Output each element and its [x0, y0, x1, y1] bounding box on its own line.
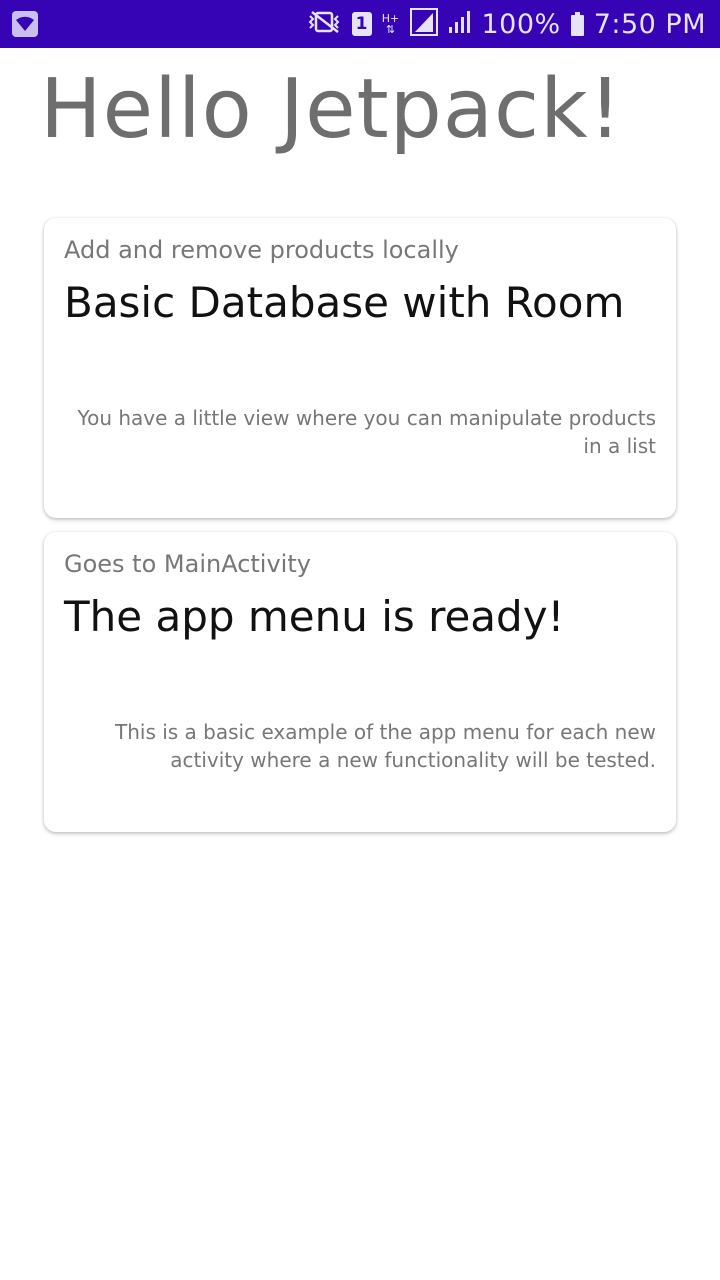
signal-icon	[448, 10, 472, 38]
card-app-menu[interactable]: Goes to MainActivity The app menu is rea…	[44, 532, 676, 832]
card-description: This is a basic example of the app menu …	[115, 720, 656, 772]
card-title: The app menu is ready!	[64, 592, 565, 641]
status-bar-right: 1 H+ ⇅ 100% 7:50 PM	[306, 8, 707, 40]
network-type-label: H+	[381, 12, 400, 25]
status-bar: 1 H+ ⇅ 100% 7:50 PM	[0, 0, 720, 48]
card-title: Basic Database with Room	[64, 278, 625, 327]
clock: 7:50 PM	[593, 8, 706, 40]
signal-icon	[409, 8, 438, 40]
battery-percentage: 100%	[481, 8, 561, 40]
card-subtitle: Add and remove products locally	[64, 236, 459, 264]
sim-1-icon: 1	[351, 12, 372, 36]
card-description: You have a little view where you can man…	[77, 406, 656, 458]
data-arrows-icon: H+ ⇅	[381, 12, 400, 36]
vibrate-icon	[306, 10, 342, 38]
wifi-icon	[12, 11, 38, 37]
card-subtitle: Goes to MainActivity	[64, 550, 311, 578]
page-title: Hello Jetpack!	[40, 62, 623, 157]
status-bar-left	[12, 11, 306, 37]
card-room-database[interactable]: Add and remove products locally Basic Da…	[44, 218, 676, 518]
battery-icon	[570, 12, 584, 36]
